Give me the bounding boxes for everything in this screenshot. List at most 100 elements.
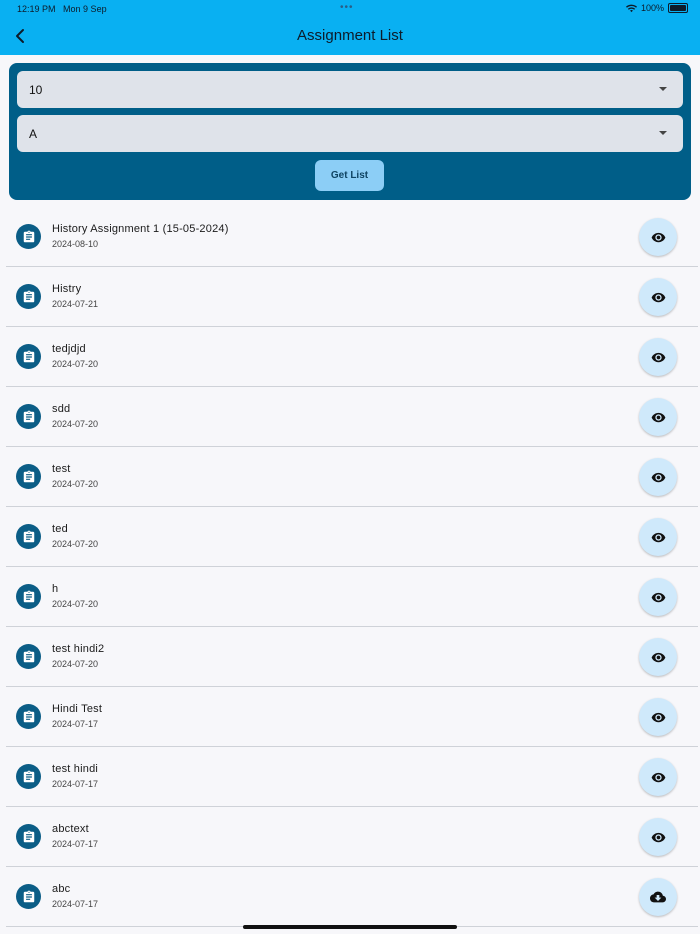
view-button[interactable]: [639, 398, 677, 436]
clipboard-icon: [22, 530, 36, 544]
view-button[interactable]: [639, 638, 677, 676]
assignment-title: abctext: [52, 823, 89, 835]
battery-icon: [668, 3, 688, 13]
clipboard-icon: [22, 410, 36, 424]
assignment-title: Hindi Test: [52, 703, 103, 715]
list-item[interactable]: test 2024-07-20: [6, 447, 698, 507]
list-item[interactable]: ted 2024-07-20: [6, 507, 698, 567]
clipboard-icon: [22, 830, 36, 844]
view-button[interactable]: [639, 338, 677, 376]
list-item[interactable]: Hindi Test 2024-07-17: [6, 687, 698, 747]
eye-icon: [651, 590, 666, 605]
assignment-date: 2024-07-17: [52, 779, 99, 789]
status-bar: 12:19 PM Mon 9 Sep ••• 100%: [0, 0, 700, 18]
view-button[interactable]: [639, 818, 677, 856]
clipboard-icon: [22, 710, 36, 724]
view-button[interactable]: [639, 578, 677, 616]
clipboard-icon: [22, 350, 36, 364]
eye-icon: [651, 230, 666, 245]
assignment-icon: [16, 404, 41, 429]
assignment-date: 2024-07-17: [52, 839, 99, 849]
eye-icon: [651, 710, 666, 725]
assignment-date: 2024-07-20: [52, 659, 99, 669]
class-select[interactable]: 10: [17, 71, 683, 108]
assignment-title: sdd: [52, 403, 71, 415]
eye-icon: [651, 290, 666, 305]
clipboard-icon: [22, 650, 36, 664]
filter-panel: 10 A Get List: [9, 63, 691, 200]
download-button[interactable]: [639, 878, 677, 916]
assignment-title: abc: [52, 883, 71, 895]
section-select-value: A: [29, 127, 38, 141]
assignment-icon: [16, 884, 41, 909]
caret-down-icon: [659, 131, 667, 135]
eye-icon: [651, 770, 666, 785]
assignment-title: test hindi: [52, 763, 99, 775]
wifi-icon: [625, 4, 637, 12]
assignment-date: 2024-07-17: [52, 899, 99, 909]
eye-icon: [651, 650, 666, 665]
clipboard-icon: [22, 230, 36, 244]
caret-down-icon: [659, 87, 667, 91]
assignment-icon: [16, 464, 41, 489]
assignment-icon: [16, 284, 41, 309]
view-button[interactable]: [639, 278, 677, 316]
eye-icon: [651, 830, 666, 845]
clipboard-icon: [22, 470, 36, 484]
home-indicator[interactable]: [243, 925, 457, 929]
assignment-date: 2024-07-17: [52, 719, 99, 729]
list-item[interactable]: abc 2024-07-17: [6, 867, 698, 927]
assignment-title: Histry: [52, 283, 82, 295]
assignment-icon: [16, 224, 41, 249]
assignment-list: History Assignment 1 (15-05-2024) 2024-08…: [6, 207, 698, 927]
assignment-title: History Assignment 1 (15-05-2024): [52, 223, 229, 235]
assignment-icon: [16, 644, 41, 669]
eye-icon: [651, 530, 666, 545]
class-select-value: 10: [29, 83, 43, 97]
cloud-download-icon: [650, 889, 666, 905]
list-item[interactable]: test hindi2 2024-07-20: [6, 627, 698, 687]
list-item[interactable]: test hindi 2024-07-17: [6, 747, 698, 807]
list-item[interactable]: h 2024-07-20: [6, 567, 698, 627]
assignment-title: test: [52, 463, 71, 475]
assignment-icon: [16, 584, 41, 609]
list-item[interactable]: abctext 2024-07-17: [6, 807, 698, 867]
assignment-title: test hindi2: [52, 643, 105, 655]
assignment-title: h: [52, 583, 59, 595]
assignment-date: 2024-07-20: [52, 599, 99, 609]
list-item[interactable]: History Assignment 1 (15-05-2024) 2024-08…: [6, 207, 698, 267]
assignment-date: 2024-07-21: [52, 299, 99, 309]
eye-icon: [651, 410, 666, 425]
assignment-date: 2024-07-20: [52, 539, 99, 549]
view-button[interactable]: [639, 458, 677, 496]
list-item[interactable]: Histry 2024-07-21: [6, 267, 698, 327]
assignment-date: 2024-08-10: [52, 239, 99, 249]
assignment-date: 2024-07-20: [52, 479, 99, 489]
clipboard-icon: [22, 590, 36, 604]
clipboard-icon: [22, 290, 36, 304]
list-item[interactable]: sdd 2024-07-20: [6, 387, 698, 447]
assignment-date: 2024-07-20: [52, 419, 99, 429]
status-right: 100%: [625, 3, 688, 13]
assignment-title: tedjdjd: [52, 343, 86, 355]
assignment-icon: [16, 704, 41, 729]
assignment-icon: [16, 824, 41, 849]
assignment-icon: [16, 764, 41, 789]
multitask-dots[interactable]: •••: [340, 2, 354, 13]
battery-percent: 100%: [640, 3, 664, 13]
clipboard-icon: [22, 890, 36, 904]
eye-icon: [651, 470, 666, 485]
status-time: 12:19 PM Mon 9 Sep: [17, 4, 107, 14]
get-list-button[interactable]: Get List: [315, 160, 384, 191]
page-title: Assignment List: [297, 27, 403, 44]
view-button[interactable]: [639, 518, 677, 556]
section-select[interactable]: A: [17, 115, 683, 152]
list-item[interactable]: tedjdjd 2024-07-20: [6, 327, 698, 387]
view-button[interactable]: [639, 218, 677, 256]
app-bar: Assignment List: [0, 18, 700, 55]
clipboard-icon: [22, 770, 36, 784]
view-button[interactable]: [639, 698, 677, 736]
assignment-title: ted: [52, 523, 68, 535]
assignment-icon: [16, 524, 41, 549]
view-button[interactable]: [639, 758, 677, 796]
